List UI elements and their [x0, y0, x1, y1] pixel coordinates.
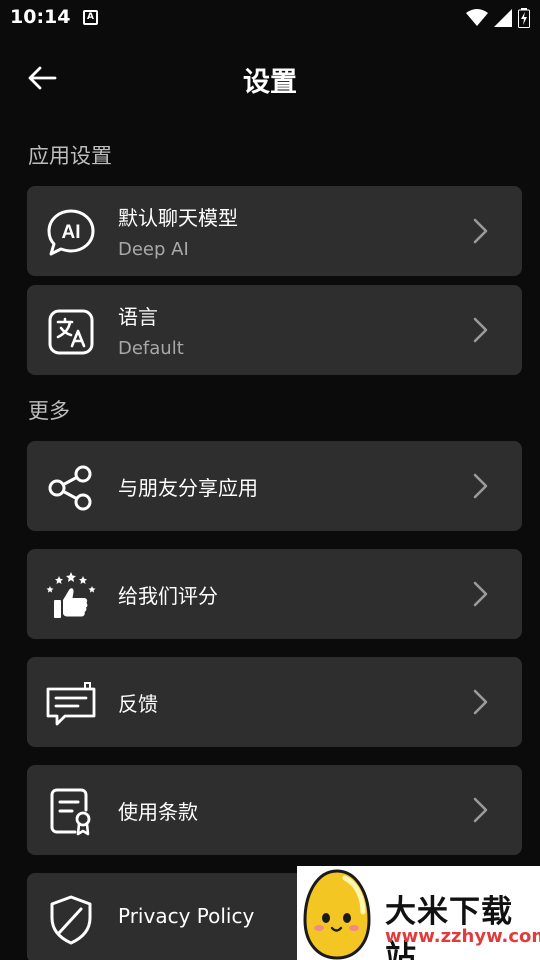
- section-header-more: 更多: [28, 399, 70, 423]
- setting-title: 使用条款: [118, 800, 198, 824]
- setting-title: 默认聊天模型: [118, 206, 238, 230]
- app-bar: 设置: [0, 50, 540, 106]
- setting-feedback[interactable]: 反馈: [27, 657, 522, 747]
- svg-text:AI: AI: [62, 222, 81, 243]
- chevron-right-icon: [473, 473, 488, 499]
- chevron-right-icon: [473, 317, 488, 343]
- signal-icon: [494, 9, 512, 27]
- setting-subtitle: Deep AI: [118, 239, 189, 260]
- chevron-right-icon: [473, 218, 488, 244]
- feedback-message-icon: [45, 678, 97, 730]
- translate-icon: [45, 306, 97, 358]
- page-title: 设置: [243, 67, 297, 98]
- setting-terms-of-use[interactable]: 使用条款: [27, 765, 522, 855]
- chevron-right-icon: [473, 581, 488, 607]
- setting-rate-us[interactable]: 给我们评分: [27, 549, 522, 639]
- wifi-icon: [466, 9, 488, 26]
- chevron-right-icon: [473, 797, 488, 823]
- ai-chat-bubble-icon: AI: [45, 207, 97, 259]
- setting-title: 反馈: [118, 692, 158, 716]
- setting-subtitle: Default: [118, 338, 184, 359]
- rice-grain-mascot-icon: [303, 869, 371, 960]
- terms-document-icon: [45, 786, 97, 838]
- watermark-url: www.zzhyw.com: [385, 926, 540, 947]
- battery-icon: [518, 8, 530, 28]
- setting-title: 语言: [118, 305, 158, 329]
- setting-share-app[interactable]: 与朋友分享应用: [27, 441, 522, 531]
- setting-title: Privacy Policy: [118, 904, 255, 928]
- watermark-text: 大米下载站: [385, 894, 513, 960]
- status-time: 10:14: [10, 6, 71, 28]
- setting-default-model[interactable]: AI 默认聊天模型 Deep AI: [27, 186, 522, 276]
- shield-icon: [45, 894, 97, 946]
- notification-a-icon: A: [83, 10, 98, 25]
- section-header-app-settings: 应用设置: [28, 144, 112, 168]
- status-icons: [466, 8, 530, 28]
- watermark-logo: 大米下载站 www.zzhyw.com: [297, 866, 540, 960]
- setting-title: 给我们评分: [118, 584, 218, 608]
- chevron-right-icon: [473, 689, 488, 715]
- status-bar: 10:14 A: [0, 0, 540, 38]
- setting-language[interactable]: 语言 Default: [27, 285, 522, 375]
- thumbs-up-stars-icon: [45, 570, 97, 622]
- setting-title: 与朋友分享应用: [118, 476, 258, 500]
- share-icon: [45, 462, 97, 514]
